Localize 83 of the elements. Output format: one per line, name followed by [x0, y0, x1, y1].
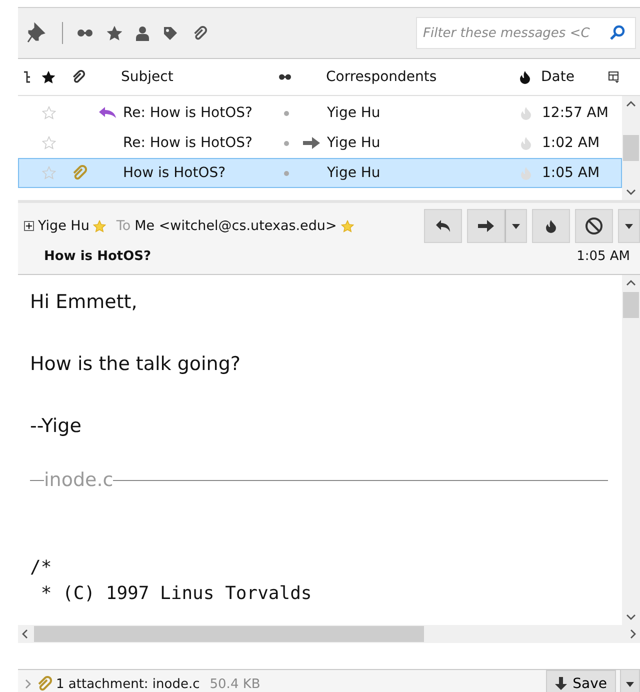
date-text: 12:57 AM	[541, 105, 606, 121]
filter-field[interactable]: Filter these messages <C	[416, 17, 636, 49]
star-icon[interactable]	[93, 220, 106, 232]
correspondent-text: Yige Hu	[327, 165, 380, 181]
recipient-address[interactable]: Me <witchel@cs.utexas.edu>	[134, 218, 337, 234]
paperclip-icon	[70, 165, 86, 181]
star-icon[interactable]	[340, 220, 354, 232]
junk-icon	[520, 166, 532, 180]
scroll-left-icon[interactable]	[22, 629, 28, 639]
date-text: 1:02 AM	[541, 135, 601, 151]
download-icon	[554, 677, 567, 691]
date-text: 1:05 AM	[541, 165, 601, 181]
junk-icon	[520, 136, 532, 150]
sender-name[interactable]: Yige Hu	[38, 218, 90, 234]
dropdown-button[interactable]	[505, 209, 527, 243]
search-icon[interactable]	[609, 25, 625, 41]
message-row[interactable]: How is HotOS? Yige Hu 1:05 AM	[18, 158, 622, 188]
star-icon[interactable]	[107, 26, 122, 40]
scroll-thumb[interactable]	[623, 135, 639, 161]
paperclip-icon	[192, 26, 207, 40]
body-text: --Yige	[30, 414, 82, 439]
reply-icon	[435, 219, 451, 233]
junk-button[interactable]	[532, 209, 570, 243]
correspondent-text: Yige Hu	[327, 135, 380, 151]
body-text: Hi Emmett,	[30, 290, 138, 315]
scroll-right-icon[interactable]	[630, 629, 636, 639]
scroll-thumb[interactable]	[34, 626, 424, 642]
message-row[interactable]: Re: How is HotOS? Yige Hu 1:02 AM	[18, 128, 622, 158]
correspondent-text: Yige Hu	[327, 105, 380, 121]
column-header[interactable]: Date	[535, 69, 574, 85]
paperclip-icon	[36, 676, 52, 692]
scroll-thumb[interactable]	[623, 292, 639, 318]
read-dot[interactable]	[284, 170, 288, 176]
column-header[interactable]: Correspondents	[300, 69, 437, 85]
tag-icon[interactable]	[163, 26, 178, 40]
attachment-size: 50.4 KB	[210, 676, 260, 692]
message-row[interactable]: Re: How is HotOS? Yige Hu 12:57 AM	[18, 98, 622, 128]
chevron-icon[interactable]	[24, 679, 32, 689]
save-button[interactable]: Save	[546, 670, 616, 692]
scroll-up-icon[interactable]	[626, 101, 636, 107]
more-button[interactable]	[618, 209, 640, 243]
subject-text: How is HotOS?	[123, 165, 226, 181]
to-label: To	[116, 218, 131, 234]
delete-button[interactable]	[575, 209, 613, 243]
person-icon[interactable]	[136, 26, 149, 40]
scrollbar[interactable]	[18, 625, 640, 643]
reply-button[interactable]	[424, 209, 462, 243]
thread-icon[interactable]	[23, 71, 31, 83]
pin-icon[interactable]	[26, 22, 48, 44]
dropdown-button[interactable]	[620, 669, 640, 692]
attachment-summary[interactable]: 1 attachment: inode.c	[56, 676, 200, 692]
scrollbar[interactable]	[622, 96, 640, 200]
scroll-up-icon[interactable]	[626, 280, 636, 286]
scroll-down-icon[interactable]	[626, 189, 636, 195]
read-dot[interactable]	[284, 140, 288, 146]
body-text: How is the talk going?	[30, 352, 242, 377]
column-picker-icon[interactable]	[608, 71, 620, 83]
attachment-column-icon	[70, 70, 84, 84]
code-line: /*	[30, 556, 53, 580]
caret-icon	[626, 682, 634, 686]
flame-icon	[519, 70, 531, 84]
filter-input[interactable]: Filter these messages <C	[421, 24, 609, 42]
column-header[interactable]: Subject	[95, 69, 174, 85]
message-date: 1:05 AM	[576, 249, 630, 264]
attachment-divider: inode.c	[44, 468, 114, 493]
scrollbar[interactable]	[622, 275, 640, 625]
prohibited-icon	[585, 217, 603, 235]
expand-icon[interactable]	[24, 221, 34, 231]
star-column-icon[interactable]	[42, 70, 54, 84]
subject-text: Re: How is HotOS?	[123, 135, 252, 151]
caret-icon	[512, 224, 520, 228]
glasses-icon[interactable]	[278, 73, 292, 81]
message-subject: How is HotOS?	[44, 249, 152, 264]
forward-button[interactable]	[467, 209, 505, 243]
scroll-down-icon[interactable]	[626, 614, 636, 620]
forward-icon	[478, 220, 494, 232]
glasses-icon[interactable]	[77, 28, 93, 38]
flame-icon	[545, 219, 557, 233]
subject-text: Re: How is HotOS?	[123, 105, 252, 121]
junk-icon	[520, 106, 532, 120]
code-line: * (C) 1997 Linus Torvalds	[40, 582, 313, 606]
read-dot[interactable]	[284, 110, 288, 116]
caret-icon	[625, 224, 633, 228]
